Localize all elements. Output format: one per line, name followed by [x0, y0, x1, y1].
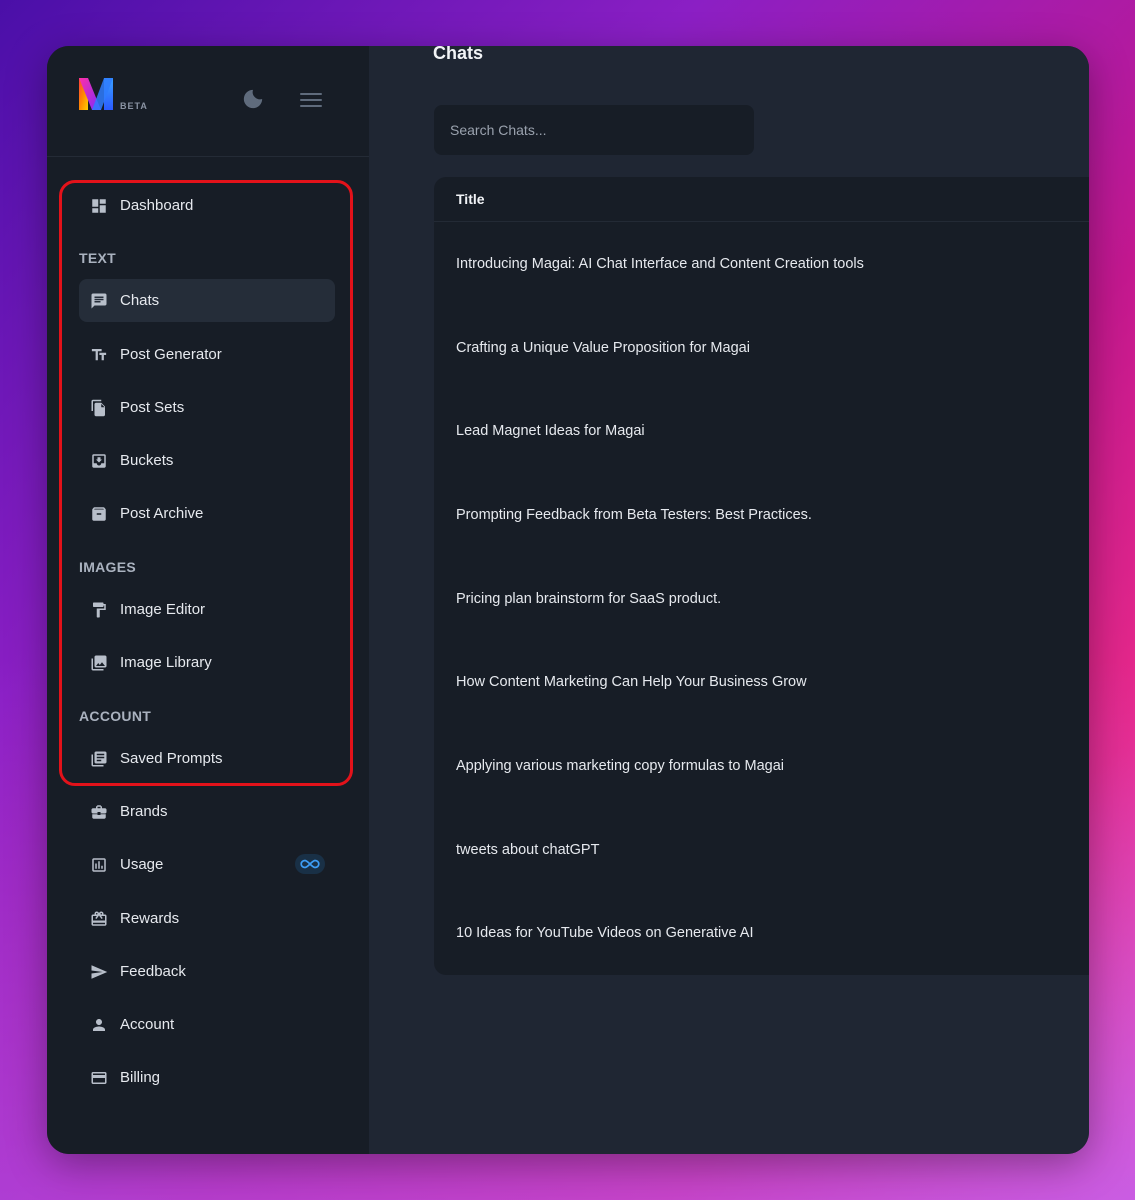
table-row[interactable]: Pricing plan brainstorm for SaaS product… [434, 557, 1089, 641]
chat-title: Introducing Magai: AI Chat Interface and… [456, 256, 864, 272]
sidebar-divider [47, 156, 369, 157]
section-heading-text: TEXT [79, 250, 116, 266]
briefcase-icon [90, 803, 108, 821]
main-content: Chats Title Introducing Magai: AI Chat I… [369, 46, 1089, 1154]
text-format-icon [90, 346, 108, 364]
sidebar-item-image-library[interactable]: Image Library [79, 641, 335, 684]
sidebar-item-chats[interactable]: Chats [79, 279, 335, 322]
sidebar-item-rewards[interactable]: Rewards [79, 897, 335, 940]
table-row[interactable]: tweets about chatGPT [434, 808, 1089, 892]
table-row[interactable]: Introducing Magai: AI Chat Interface and… [434, 222, 1089, 306]
sidebar-item-label: Image Library [120, 654, 212, 671]
magai-logo[interactable] [79, 76, 115, 112]
table-row[interactable]: Crafting a Unique Value Proposition for … [434, 306, 1089, 390]
sidebar-item-saved-prompts[interactable]: Saved Prompts [79, 737, 335, 780]
chat-title: Pricing plan brainstorm for SaaS product… [456, 591, 722, 607]
sidebar-item-label: Post Generator [120, 346, 222, 363]
chat-title: Crafting a Unique Value Proposition for … [456, 340, 750, 356]
beta-label: BETA [120, 101, 148, 111]
search-chats-input[interactable] [434, 105, 754, 155]
library-books-icon [90, 750, 108, 768]
chat-title: 10 Ideas for YouTube Videos on Generativ… [456, 925, 754, 941]
sidebar-item-label: Dashboard [120, 197, 194, 214]
sidebar-item-label: Feedback [120, 963, 186, 980]
sidebar-item-dashboard[interactable]: Dashboard [79, 184, 335, 227]
copy-icon [90, 399, 108, 417]
sidebar-item-label: Account [120, 1016, 175, 1033]
chat-title: Prompting Feedback from Beta Testers: Be… [456, 507, 812, 523]
sidebar-item-post-archive[interactable]: Post Archive [79, 492, 335, 535]
image-library-icon [90, 654, 108, 672]
person-icon [90, 1016, 108, 1034]
sidebar-item-label: Saved Prompts [120, 750, 223, 767]
chat-title: tweets about chatGPT [456, 842, 600, 858]
bar-chart-icon [90, 856, 108, 874]
paint-roller-icon [90, 601, 108, 619]
section-heading-images: IMAGES [79, 559, 137, 575]
chat-icon [90, 292, 108, 310]
page-title: Chats [433, 46, 484, 63]
dashboard-icon [90, 197, 108, 215]
sidebar-item-buckets[interactable]: Buckets [79, 439, 335, 482]
sidebar-item-label: Image Editor [120, 601, 206, 618]
sidebar-item-post-generator[interactable]: Post Generator [79, 333, 335, 376]
table-header-title[interactable]: Title [456, 191, 485, 207]
sidebar-item-feedback[interactable]: Feedback [79, 950, 335, 993]
table-row[interactable]: Lead Magnet Ideas for Magai [434, 389, 1089, 473]
infinity-icon [300, 859, 320, 869]
chat-title: How Content Marketing Can Help Your Busi… [456, 674, 807, 690]
app-window: BETA Dashboard TEXT Chats Post Generator… [47, 46, 1089, 1154]
table-row[interactable]: Prompting Feedback from Beta Testers: Be… [434, 473, 1089, 557]
sidebar-item-label: Post Archive [120, 505, 204, 522]
sidebar-item-image-editor[interactable]: Image Editor [79, 588, 335, 631]
credit-card-icon [90, 1069, 108, 1087]
unlimited-badge [295, 854, 325, 874]
sidebar-item-account[interactable]: Account [79, 1003, 335, 1046]
send-icon [90, 963, 108, 981]
sidebar-item-usage[interactable]: Usage [79, 843, 335, 886]
table-row[interactable]: How Content Marketing Can Help Your Busi… [434, 640, 1089, 724]
table-row[interactable]: Applying various marketing copy formulas… [434, 724, 1089, 808]
sidebar-item-label: Brands [120, 803, 168, 820]
chats-table: Title Introducing Magai: AI Chat Interfa… [434, 177, 1089, 975]
sidebar-item-label: Buckets [120, 452, 174, 469]
sidebar-item-label: Rewards [120, 910, 180, 927]
sidebar-item-post-sets[interactable]: Post Sets [79, 386, 335, 429]
menu-hamburger-icon[interactable] [300, 92, 322, 108]
inbox-icon [90, 452, 108, 470]
archive-icon [90, 505, 108, 523]
sidebar-item-label: Billing [120, 1069, 161, 1086]
sidebar-item-label: Post Sets [120, 399, 185, 416]
sidebar-item-label: Usage [120, 856, 164, 873]
sidebar: BETA Dashboard TEXT Chats Post Generator… [47, 46, 369, 1154]
dark-mode-moon-icon[interactable] [242, 88, 264, 110]
sidebar-item-brands[interactable]: Brands [79, 790, 335, 833]
chat-title: Lead Magnet Ideas for Magai [456, 423, 645, 439]
annotation-highlight-box [59, 180, 353, 786]
sidebar-item-label: Chats [120, 292, 160, 309]
sidebar-item-billing[interactable]: Billing [79, 1056, 335, 1099]
table-row[interactable]: 10 Ideas for YouTube Videos on Generativ… [434, 891, 1089, 975]
gift-card-icon [90, 910, 108, 928]
section-heading-account: ACCOUNT [79, 708, 152, 724]
chat-title: Applying various marketing copy formulas… [456, 758, 785, 774]
